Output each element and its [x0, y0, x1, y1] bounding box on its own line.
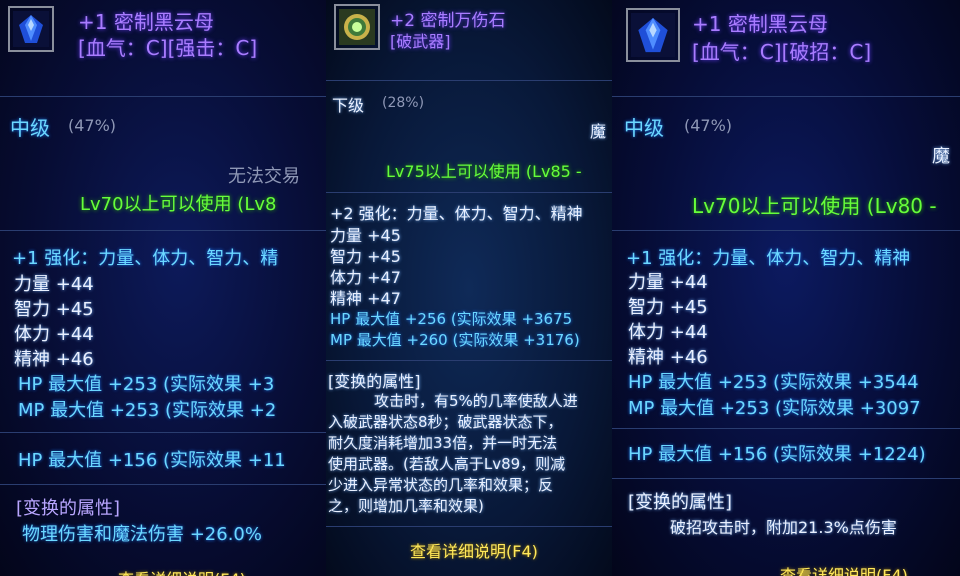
transform-title: [变换的属性] [328, 372, 421, 391]
divider [326, 360, 612, 361]
divider [612, 428, 960, 429]
item-grade-percent: (47%) [684, 116, 733, 135]
transform-title: [变换的属性] [628, 492, 733, 513]
corner-text: 魔 [590, 122, 607, 141]
mp-max-line: MP 最大值 +253 (实际效果 +3097 [628, 398, 921, 419]
divider [0, 432, 326, 433]
attr-line-vitality: 体力 +44 [628, 322, 708, 343]
transform-line-5: 少进入异常状态的几率和效果；反 [328, 476, 554, 494]
gem-dark-blue-icon [8, 6, 54, 52]
attr-line-spirit: 精神 +46 [14, 349, 94, 370]
level-requirement: Lv75以上可以使用 (Lv85 - [386, 162, 582, 181]
transform-text: 破招攻击时，附加21.3%点伤害 [670, 518, 897, 537]
detail-link[interactable]: 查看详细说明(F4) [410, 538, 538, 562]
divider [326, 192, 612, 193]
enhance-line: +1 强化：力量、体力、智力、精神 [626, 248, 911, 269]
corner-text: 魔 [932, 146, 950, 167]
mp-max-line: MP 最大值 +253 (实际效果 +2 [18, 400, 277, 421]
transform-line-3: 耐久度消耗增加33倍，并一时无法 [328, 434, 558, 452]
item-grade: 下级 [332, 96, 365, 115]
attr-line-spirit: 精神 +47 [330, 289, 401, 308]
untradeable-label: 无法交易 [228, 166, 300, 187]
item-stats: [破武器] [390, 32, 451, 51]
item-stats: [血气：C][强击：C] [78, 36, 258, 60]
attr-line-intelligence: 智力 +45 [628, 297, 708, 318]
transform-line-6: 之，则增加几率和效果) [328, 497, 484, 515]
hp-max-line: HP 最大值 +256 (实际效果 +3675 [330, 310, 573, 328]
transform-text: 物理伤害和魔法伤害 +26.0% [22, 524, 262, 545]
hp-max-line-2: HP 最大值 +156 (实际效果 +1224) [628, 444, 926, 465]
hp-max-line-2: HP 最大值 +156 (实际效果 +11 [18, 450, 286, 471]
divider [0, 230, 326, 231]
hp-max-line: HP 最大值 +253 (实际效果 +3 [18, 374, 275, 395]
attr-line-intelligence: 智力 +45 [14, 299, 94, 320]
item-grade: 中级 [624, 116, 664, 140]
item-grade-percent: (47%) [68, 116, 117, 135]
level-requirement: Lv70以上可以使用 (Lv8 [80, 194, 277, 215]
divider [612, 478, 960, 479]
gem-dark-blue-icon [626, 8, 680, 62]
divider [612, 96, 960, 97]
hp-max-line: HP 最大值 +253 (实际效果 +3544 [628, 372, 919, 393]
item-tooltip-3: +1 密制黑云母 [血气：C][破招：C] 中级 (47%) 魔 Lv70以上可… [612, 0, 960, 576]
transform-line-4: 使用武器。(若敌人高于Lv89，则减 [328, 455, 566, 473]
transform-line-2: 入破武器状态8秒；破武器状态下， [328, 413, 563, 431]
attr-line-strength: 力量 +44 [14, 274, 94, 295]
transform-line-1: 攻击时，有5%的几率使敌人进 [374, 392, 578, 410]
enhance-line: +1 强化：力量、体力、智力、精 [12, 248, 279, 269]
item-tooltip-2: +2 密制万伤石 [破武器] 下级 (28%) 魔 Lv75以上可以使用 (Lv… [326, 0, 612, 576]
level-requirement: Lv70以上可以使用 (Lv80 - [692, 194, 937, 218]
item-name: +1 密制黑云母 [692, 12, 828, 36]
detail-link[interactable]: 查看详细说明(F4) [780, 562, 908, 576]
divider [326, 526, 612, 527]
gem-gold-green-icon [334, 4, 380, 50]
attr-line-vitality: 体力 +44 [14, 324, 94, 345]
detail-link[interactable]: 查看详细说明(F4) [118, 566, 246, 576]
enhance-line: +2 强化：力量、体力、智力、精神 [330, 204, 583, 223]
item-grade-percent: (28%) [382, 95, 425, 111]
transform-title: [变换的属性] [16, 498, 121, 519]
item-tooltip-1: +1 密制黑云母 [血气：C][强击：C] 中级 (47%) 无法交易 Lv70… [0, 0, 326, 576]
divider [612, 230, 960, 231]
divider [0, 96, 326, 97]
attr-line-spirit: 精神 +46 [628, 347, 708, 368]
mp-max-line: MP 最大值 +260 (实际效果 +3176) [330, 331, 580, 349]
item-name: +1 密制黑云母 [78, 10, 214, 34]
attr-line-strength: 力量 +44 [628, 272, 708, 293]
divider [326, 80, 612, 81]
item-stats: [血气：C][破招：C] [692, 40, 872, 64]
divider [0, 484, 326, 485]
item-grade: 中级 [10, 116, 50, 140]
